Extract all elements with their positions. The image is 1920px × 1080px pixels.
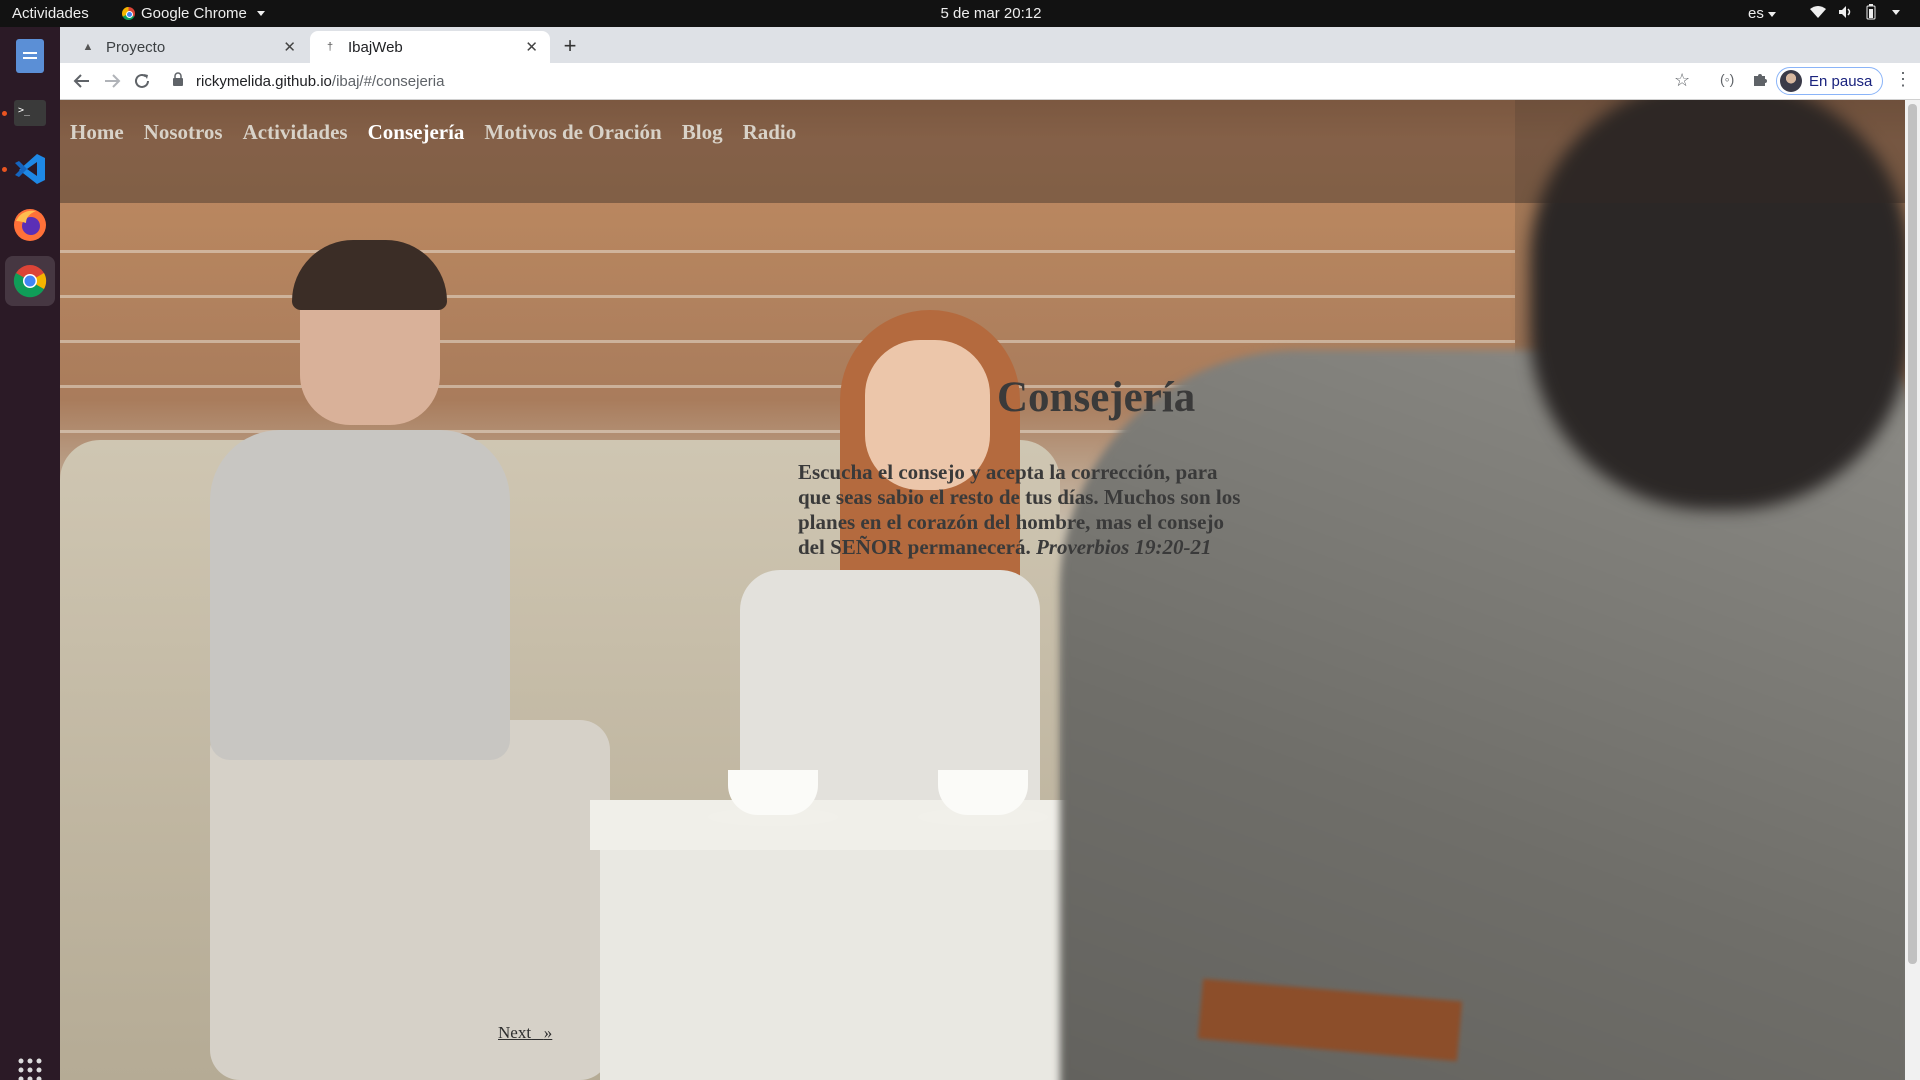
files-icon[interactable]	[5, 31, 55, 81]
man-shirt-shape	[210, 430, 510, 760]
nav-motivos-de-oracion[interactable]: Motivos de Oración	[484, 120, 661, 145]
clock[interactable]: 5 de mar 20:12	[0, 5, 1920, 22]
extension-icon[interactable]: (◦)	[1720, 71, 1734, 87]
brick-mortar	[60, 250, 1515, 253]
more-menu-icon[interactable]: ⋮	[1894, 69, 1912, 90]
back-button[interactable]	[70, 69, 94, 93]
show-apps-icon[interactable]	[5, 1048, 55, 1080]
browser-toolbar: rickymelida.github.io/ibaj/#/consejeria …	[60, 63, 1920, 100]
battery-icon	[1866, 4, 1876, 20]
bookmark-star-icon[interactable]: ☆	[1674, 70, 1690, 91]
address-bar[interactable]: rickymelida.github.io/ibaj/#/consejeria	[172, 66, 1772, 96]
firefox-icon[interactable]	[5, 200, 55, 250]
terminal-icon[interactable]: >_	[5, 88, 55, 138]
favicon-icon: †	[326, 41, 334, 53]
table-top-shape	[590, 800, 1110, 850]
chevron-down-icon	[1892, 9, 1900, 15]
language-indicator[interactable]: es	[1748, 5, 1776, 22]
site-navigation: Home Nosotros Actividades Consejería Mot…	[60, 100, 1905, 203]
scripture-reference: Proverbios 19:20-21	[1035, 535, 1212, 559]
avatar	[1780, 70, 1802, 92]
brick-mortar	[60, 340, 1515, 343]
url-path: /ibaj/#/consejeria	[331, 72, 445, 90]
cup-shape	[728, 770, 818, 815]
system-tray[interactable]	[1810, 4, 1900, 20]
dock: >_	[0, 27, 60, 1080]
puzzle-icon[interactable]	[1752, 71, 1768, 90]
nav-radio[interactable]: Radio	[743, 120, 797, 145]
scrollbar-thumb[interactable]	[1908, 104, 1917, 964]
chrome-icon[interactable]	[5, 256, 55, 306]
tab-title: IbajWeb	[348, 38, 403, 56]
next-label: Next	[498, 1023, 532, 1042]
nav-home[interactable]: Home	[70, 120, 124, 145]
page-title: Consejería	[997, 374, 1196, 421]
close-icon[interactable]: ✕	[283, 38, 296, 56]
wifi-icon	[1810, 6, 1826, 18]
brick-mortar	[60, 295, 1515, 298]
reload-icon	[135, 73, 149, 88]
system-top-bar: Actividades Google Chrome 5 de mar 20:12…	[0, 0, 1920, 27]
svg-text:>_: >_	[18, 105, 31, 116]
forward-button[interactable]	[100, 69, 124, 93]
close-icon[interactable]: ✕	[525, 38, 538, 56]
table-shape	[600, 820, 1100, 1080]
favicon-icon: ▲	[82, 41, 94, 53]
web-page: Home Nosotros Actividades Consejería Mot…	[60, 100, 1905, 1080]
reload-button[interactable]	[130, 69, 154, 93]
next-arrow-icon: »	[543, 1023, 553, 1042]
tab-ibajweb[interactable]: † IbajWeb ✕	[310, 31, 550, 63]
next-link[interactable]: Next »	[498, 1023, 552, 1043]
browser-window: ▲ Proyecto ✕ † IbajWeb ✕ + rickymelida.g…	[60, 27, 1920, 100]
cup-shape	[938, 770, 1028, 815]
profile-button[interactable]: En pausa	[1776, 67, 1884, 95]
chevron-down-icon	[1767, 11, 1776, 17]
new-tab-button[interactable]: +	[556, 33, 584, 61]
tab-strip: ▲ Proyecto ✕ † IbajWeb ✕ +	[60, 27, 1920, 63]
page-scrollbar[interactable]	[1905, 100, 1920, 1080]
url-host: rickymelida.github.io	[196, 72, 332, 90]
nav-blog[interactable]: Blog	[682, 120, 723, 145]
arrow-right-icon	[105, 74, 121, 88]
vscode-icon[interactable]	[5, 144, 55, 194]
tab-proyecto[interactable]: ▲ Proyecto ✕	[68, 31, 308, 63]
arrow-left-icon	[73, 74, 89, 88]
profile-label: En pausa	[1809, 72, 1873, 90]
nav-actividades[interactable]: Actividades	[243, 120, 348, 145]
lock-icon	[172, 72, 188, 90]
tab-title: Proyecto	[106, 38, 166, 56]
nav-nosotros[interactable]: Nosotros	[144, 120, 223, 145]
scripture-quote: Escucha el consejo y acepta la correcció…	[798, 460, 1248, 560]
nav-consejeria[interactable]: Consejería	[368, 120, 465, 145]
language-label: es	[1748, 5, 1764, 22]
volume-icon	[1839, 6, 1851, 18]
